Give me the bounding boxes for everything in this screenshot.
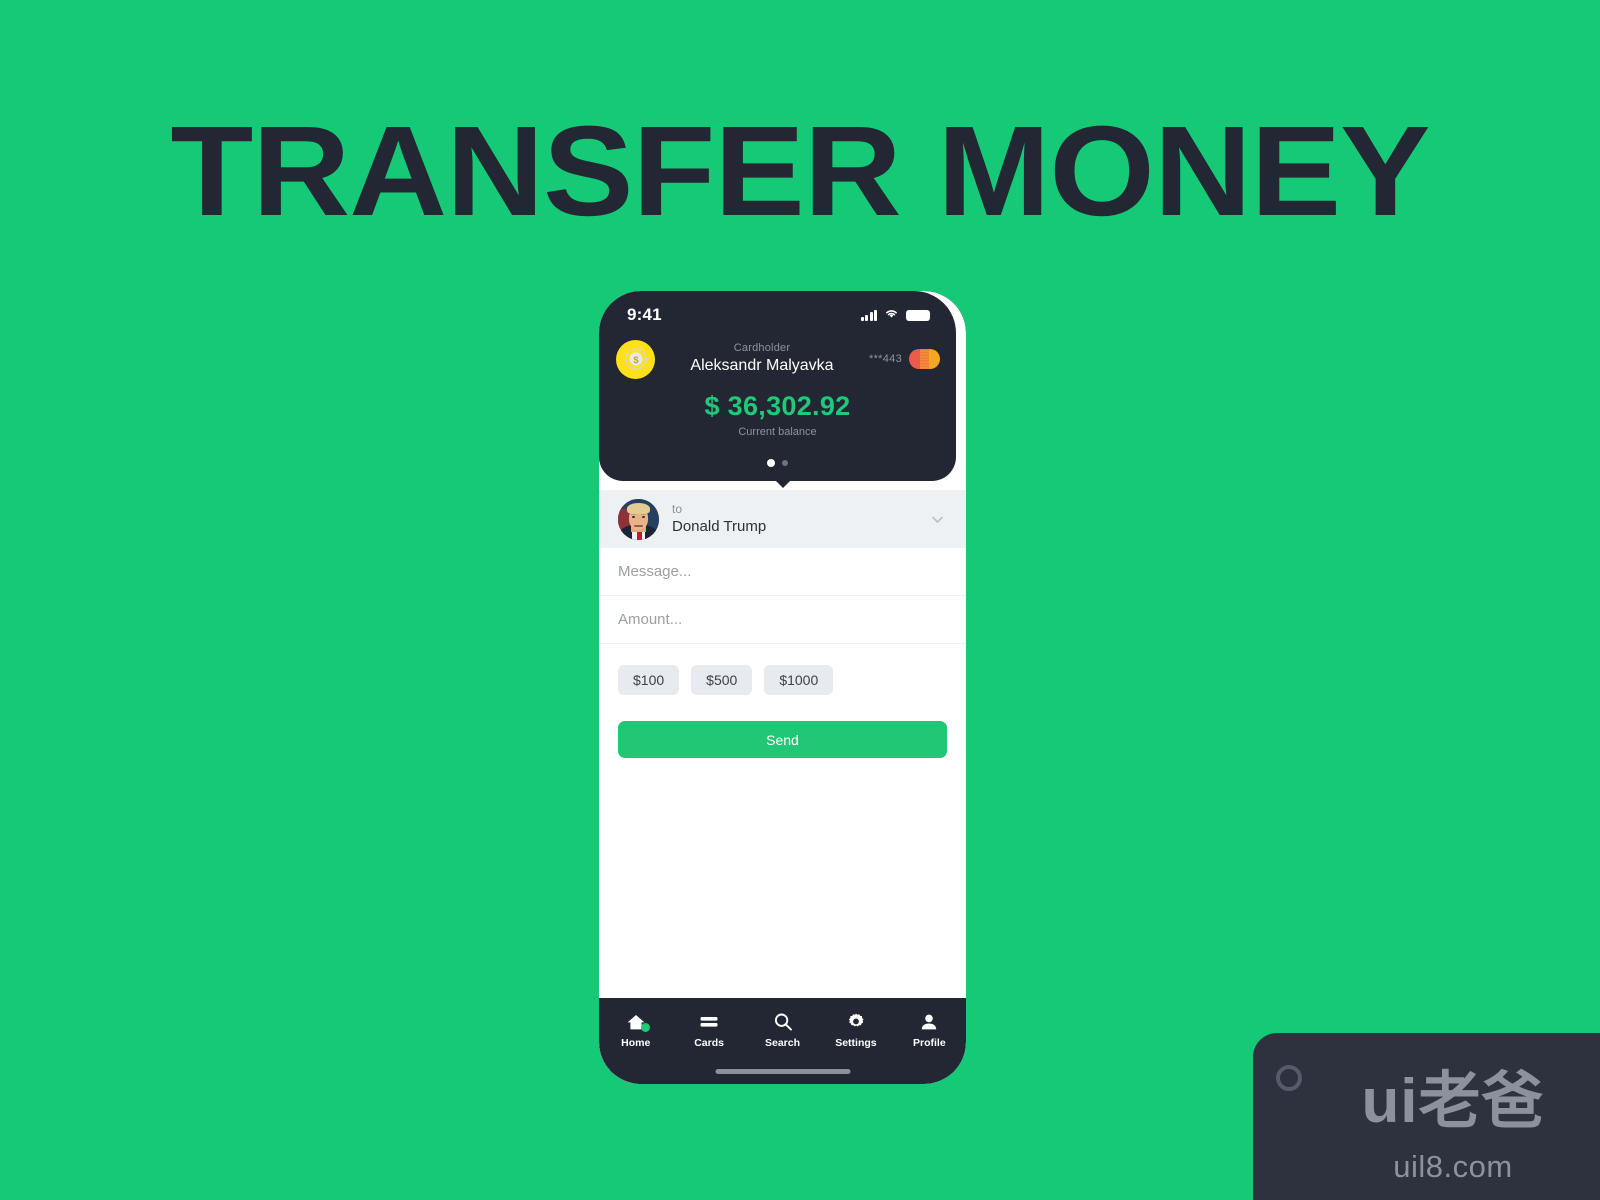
status-bar: 9:41 — [599, 303, 956, 327]
cardholder-row: $ Cardholder Aleksandr Malyavka ***443 — [599, 336, 956, 382]
recipient-to-label: to — [672, 502, 683, 517]
cards-icon — [699, 1012, 719, 1031]
tab-cards-label: Cards — [694, 1037, 724, 1049]
tab-profile[interactable]: Profile — [893, 1012, 966, 1049]
send-button[interactable]: Send — [618, 721, 947, 758]
watermark-url: uil8.com — [1393, 1149, 1513, 1184]
tab-search-label: Search — [765, 1037, 801, 1049]
card-last4: ***443 — [869, 353, 902, 365]
home-icon — [626, 1012, 650, 1032]
quick-amount-1000[interactable]: $1000 — [764, 665, 834, 695]
recipient-text: to Donald Trump — [672, 502, 916, 535]
tab-profile-label: Profile — [912, 1037, 946, 1049]
person-icon — [919, 1012, 939, 1031]
message-input[interactable]: Message... — [599, 548, 966, 596]
tab-settings-label: Settings — [835, 1037, 877, 1049]
pager-dot-active[interactable] — [767, 459, 775, 467]
tab-cards[interactable]: Cards — [672, 1012, 745, 1049]
recipient-avatar-icon — [618, 498, 659, 540]
coin-dollar-icon: $ — [616, 339, 655, 379]
quick-amount-500[interactable]: $500 — [691, 665, 753, 695]
status-bar-time: 9:41 — [627, 305, 662, 324]
balance-amount: $ 36,302.92 — [704, 391, 851, 421]
cardholder-label: Cardholder — [733, 342, 791, 355]
page-title: TRANSFER MONEY — [170, 100, 1430, 243]
status-bar-icons — [860, 306, 930, 324]
recipient-name: Donald Trump — [672, 517, 767, 535]
message-placeholder: Message... — [618, 563, 692, 580]
balance-block: $ 36,302.92 Current balance — [599, 391, 956, 438]
chevron-down-icon[interactable] — [929, 511, 946, 528]
quick-amount-chips: $100 $500 $1000 — [599, 644, 966, 695]
amount-placeholder: Amount... — [618, 611, 683, 628]
cardholder-name: Aleksandr Malyavka — [690, 357, 834, 375]
pager-dot-idle[interactable] — [782, 460, 788, 466]
watermark-logo: ui老爸 — [1361, 1067, 1545, 1136]
amount-input[interactable]: Amount... — [599, 596, 966, 644]
bottom-tab-bar: Home Cards Search Settings Profile — [599, 998, 966, 1084]
tab-home-label: Home — [621, 1037, 651, 1049]
recipient-selector[interactable]: to Donald Trump — [599, 490, 966, 548]
watermark-badge: ui老爸 uil8.com — [1253, 1033, 1600, 1200]
card-pager-dots[interactable] — [599, 459, 956, 467]
battery-icon — [906, 309, 930, 321]
tab-search[interactable]: Search — [746, 1012, 819, 1049]
tab-home[interactable]: Home — [599, 1012, 672, 1049]
card-meta[interactable]: ***443 — [869, 349, 940, 369]
mastercard-icon — [909, 349, 940, 369]
wifi-icon — [884, 306, 899, 324]
card-notch-arrow — [774, 479, 792, 488]
home-notification-badge — [640, 1023, 650, 1032]
cardholder-text: Cardholder Aleksandr Malyavka — [655, 342, 869, 375]
signal-bars-icon — [860, 309, 877, 321]
transfer-form: to Donald Trump Message... Amount... $10… — [599, 490, 966, 1084]
balance-caption: Current balance — [738, 426, 817, 438]
tab-settings[interactable]: Settings — [819, 1012, 892, 1049]
svg-text:$: $ — [633, 355, 639, 366]
search-icon — [773, 1012, 793, 1031]
balance-card: 9:41 $ Cardholder Aleksandr Malyavka ***… — [599, 291, 956, 481]
home-indicator[interactable] — [715, 1069, 850, 1074]
phone-mockup: 9:41 $ Cardholder Aleksandr Malyavka ***… — [599, 291, 966, 1084]
gear-icon — [846, 1012, 866, 1031]
quick-amount-100[interactable]: $100 — [618, 665, 680, 695]
phone-screen: 9:41 $ Cardholder Aleksandr Malyavka ***… — [599, 291, 966, 1084]
